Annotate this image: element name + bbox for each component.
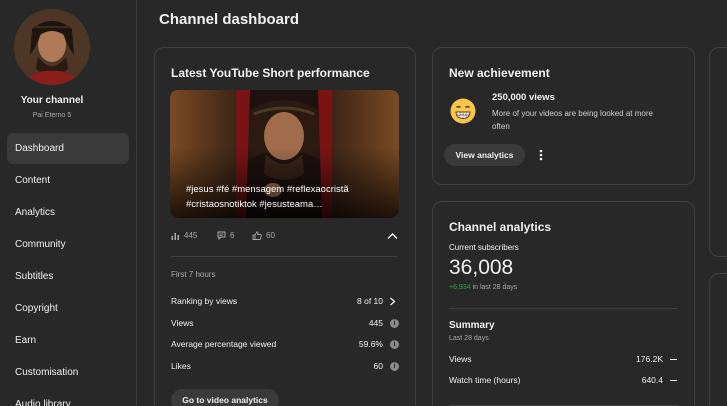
- current-subscribers-value: 36,008: [449, 256, 514, 279]
- view-analytics-button[interactable]: View analytics: [444, 144, 525, 166]
- channel-name: Pai Eterno 5: [32, 112, 72, 119]
- achievement-headline: 250,000 views: [492, 92, 555, 103]
- likes-label: Likes: [171, 361, 191, 371]
- more-options-icon[interactable]: [539, 149, 543, 161]
- subscribers-delta-period: in last 28 days: [472, 284, 518, 291]
- channel-analytics-card: Channel analytics Current subscribers 36…: [432, 201, 695, 406]
- sidebar-item-subtitles[interactable]: Subtitles: [7, 261, 129, 292]
- new-achievement-card: New achievement 250,000 views More of yo…: [432, 47, 695, 185]
- avg-percentage-label: Average percentage viewed: [171, 339, 277, 349]
- sidebar-item-dashboard[interactable]: Dashboard: [7, 133, 129, 164]
- info-icon[interactable]: i: [390, 362, 399, 371]
- likes-value: 60: [373, 361, 383, 371]
- bar-chart-icon: [171, 233, 179, 240]
- short-card-divider: [171, 256, 397, 257]
- summary-views-label: Views: [449, 354, 472, 364]
- sidebar-item-earn[interactable]: Earn: [7, 325, 129, 356]
- dash-icon: [670, 380, 677, 381]
- channel-avatar[interactable]: [14, 9, 90, 85]
- partial-card-top: [709, 47, 727, 257]
- short-card-title: Latest YouTube Short performance: [171, 66, 370, 80]
- chevron-up-icon[interactable]: [387, 232, 398, 240]
- views-value: 445: [368, 318, 383, 328]
- sidebar-item-audio-library[interactable]: Audio library: [7, 389, 129, 406]
- short-likes-value: 60: [266, 231, 275, 240]
- short-likes-stat: 60: [252, 231, 275, 240]
- chevron-right-icon[interactable]: [389, 297, 396, 306]
- subscribers-delta-value: +6,934: [449, 284, 471, 291]
- info-icon[interactable]: i: [390, 340, 399, 349]
- sidebar-item-copyright[interactable]: Copyright: [7, 293, 129, 324]
- short-period: First 7 hours: [171, 270, 216, 279]
- short-views-stat: 445: [171, 231, 197, 240]
- sidebar: Your channel Pai Eterno 5 Dashboard Cont…: [0, 0, 137, 406]
- short-thumbnail[interactable]: #jesus #fé #mensagem #reflexaocristã #cr…: [170, 90, 399, 218]
- sidebar-item-content[interactable]: Content: [7, 165, 129, 196]
- short-views-value: 445: [184, 231, 198, 240]
- sidebar-item-customisation[interactable]: Customisation: [7, 357, 129, 388]
- go-to-video-analytics-button[interactable]: Go to video analytics: [171, 389, 279, 406]
- sidebar-item-community[interactable]: Community: [7, 229, 129, 260]
- current-subscribers-label: Current subscribers: [449, 243, 519, 252]
- info-icon[interactable]: i: [390, 319, 399, 328]
- summary-views-value: 176.2K: [636, 354, 663, 364]
- achievement-title: New achievement: [449, 66, 550, 80]
- comment-icon: [217, 231, 226, 240]
- sidebar-item-analytics[interactable]: Analytics: [7, 197, 129, 228]
- summary-period: Last 28 days: [449, 335, 489, 342]
- your-channel-label: Your channel: [20, 95, 84, 106]
- analytics-divider: [449, 308, 678, 309]
- grinning-face-icon: [450, 98, 476, 124]
- short-comments-value: 6: [230, 231, 235, 240]
- achievement-description: More of your videos are being looked at …: [492, 109, 653, 131]
- thumbs-up-icon: [252, 231, 262, 240]
- dash-icon: [670, 359, 677, 360]
- views-label: Views: [171, 318, 194, 328]
- short-comments-stat: 6: [217, 231, 234, 240]
- subscribers-delta: +6,934 in last 28 days: [449, 284, 517, 291]
- avg-percentage-value: 59.6%: [358, 339, 383, 349]
- summary-watch-time-value: 640.4: [641, 375, 663, 385]
- ranking-label: Ranking by views: [171, 296, 238, 306]
- short-caption: #jesus #fé #mensagem #reflexaocristã #cr…: [186, 184, 349, 210]
- ranking-value: 8 of 10: [357, 296, 383, 306]
- page-title: Channel dashboard: [159, 11, 300, 28]
- latest-short-card: Latest YouTube Short performance #jesus …: [154, 47, 416, 406]
- summary-watch-time-label: Watch time (hours): [449, 375, 521, 385]
- partial-card-bottom: [709, 273, 727, 406]
- summary-title: Summary: [449, 320, 495, 331]
- analytics-title: Channel analytics: [449, 220, 552, 234]
